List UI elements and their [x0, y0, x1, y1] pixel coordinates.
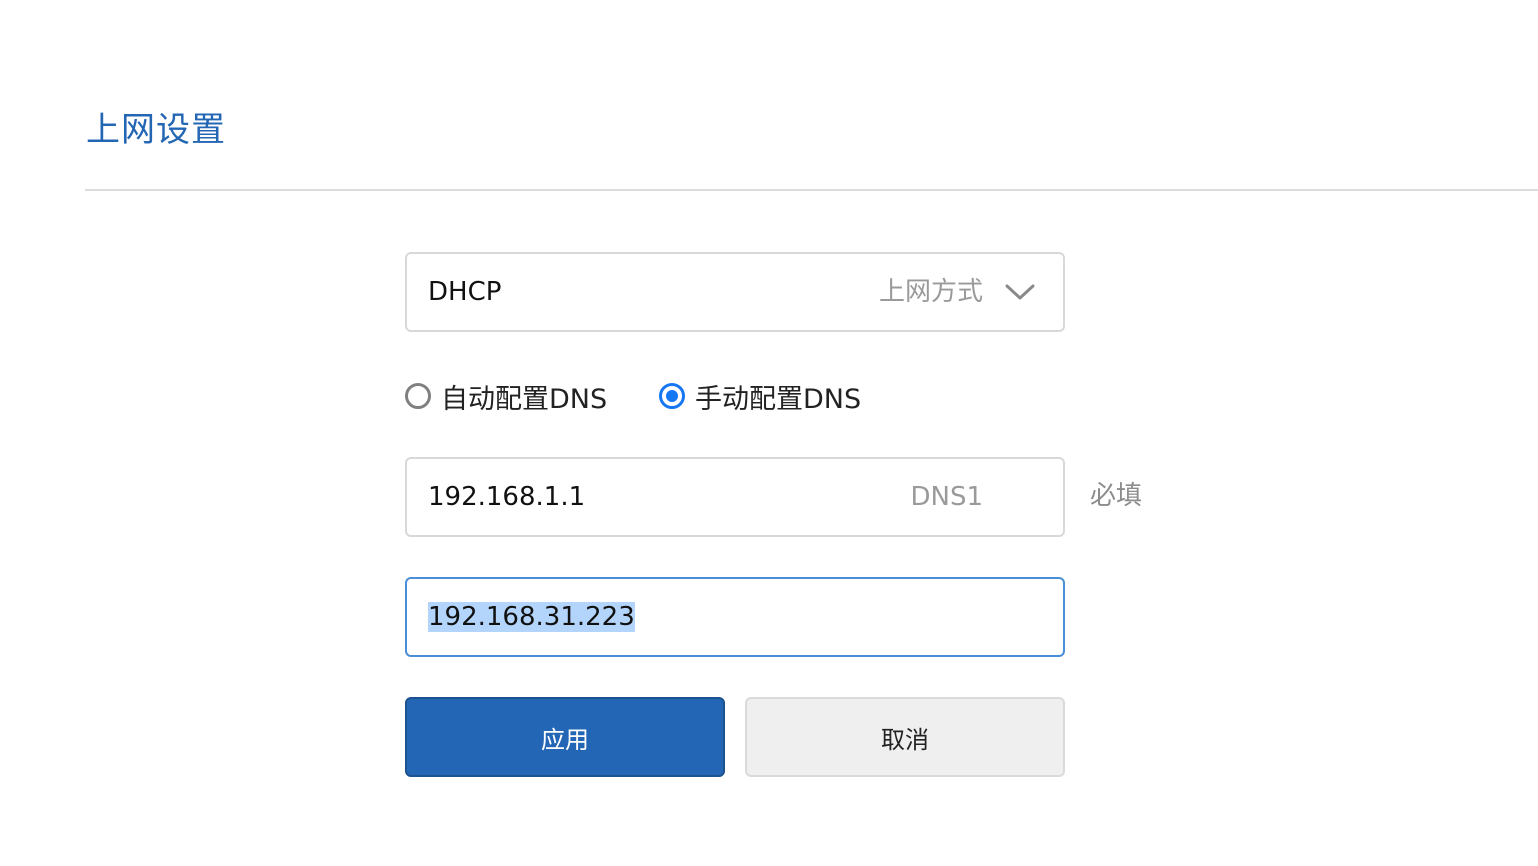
- connection-mode-label: 上网方式: [878, 277, 983, 307]
- apply-button[interactable]: 应用: [405, 697, 725, 777]
- title-divider: [85, 189, 1538, 191]
- radio-auto-dns-label: 自动配置DNS: [441, 383, 608, 415]
- chevron-down-icon[interactable]: [1005, 280, 1035, 304]
- dns1-input[interactable]: 192.168.1.1 DNS1: [405, 457, 1065, 537]
- network-settings-page: 上网设置 DHCP 上网方式 自动配置DNS 手动配置DNS 192.168.1…: [0, 0, 1538, 866]
- dns2-value: 192.168.31.223: [428, 579, 635, 655]
- page-title: 上网设置: [86, 110, 226, 150]
- dns1-value: 192.168.1.1: [428, 482, 586, 512]
- radio-auto-dns[interactable]: 自动配置DNS: [405, 372, 607, 420]
- radio-manual-dns[interactable]: 手动配置DNS: [659, 372, 861, 420]
- cancel-button[interactable]: 取消: [745, 697, 1065, 777]
- dns2-input[interactable]: 192.168.31.223: [405, 577, 1065, 657]
- dns1-required-note: 必填: [1090, 481, 1143, 511]
- radio-manual-dns-indicator[interactable]: [659, 383, 685, 409]
- connection-mode-select[interactable]: DHCP 上网方式: [405, 252, 1065, 332]
- dns-mode-radio-group: 自动配置DNS 手动配置DNS: [405, 372, 1065, 420]
- dns1-label: DNS1: [910, 482, 983, 512]
- radio-auto-dns-indicator[interactable]: [405, 383, 431, 409]
- connection-mode-value: DHCP: [428, 277, 502, 307]
- dns2-selected-text: 192.168.31.223: [428, 602, 635, 632]
- radio-manual-dns-label: 手动配置DNS: [695, 383, 862, 415]
